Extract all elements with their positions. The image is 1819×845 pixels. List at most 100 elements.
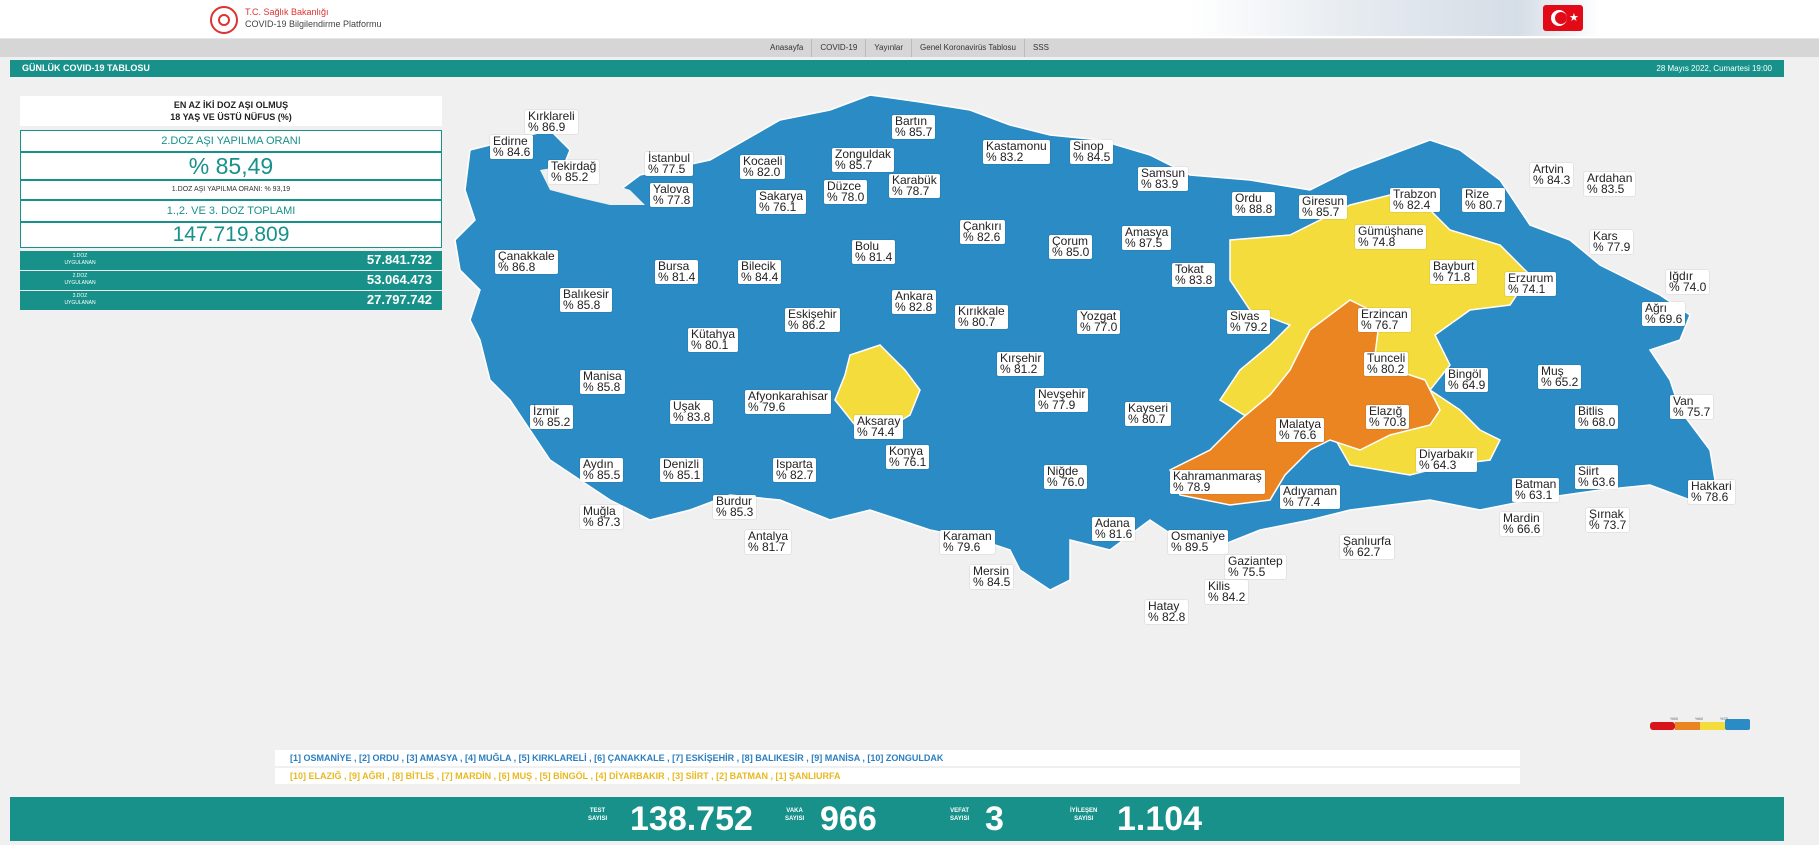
province-label-bilecik[interactable]: Bilecik% 84.4 [738,260,782,284]
province-label-yozgat[interactable]: Yozgat% 77.0 [1077,310,1121,334]
nav-covid19[interactable]: COVID-19 [812,39,867,57]
ministry-logo-icon[interactable] [210,6,238,34]
panel-title-line2: 18 YAŞ VE ÜSTÜ NÜFUS (%) [170,112,292,122]
province-label-bartin[interactable]: Bartın% 85.7 [892,115,936,139]
nav-home[interactable]: Anasayfa [762,39,813,57]
province-label-sakarya[interactable]: Sakarya% 76.1 [756,190,807,214]
province-rate: % 76.7 [1361,318,1399,332]
test-count-value: 138.752 [630,800,753,838]
province-rate: % 83.5 [1587,182,1625,196]
province-label-samsun[interactable]: Samsun% 83.9 [1138,167,1189,191]
province-label-kirklareli[interactable]: Kırklareli% 86.9 [525,110,578,134]
province-label-trabzon[interactable]: Trabzon% 82.4 [1390,188,1440,212]
province-label-gaziantep[interactable]: Gaziantep% 75.5 [1225,555,1286,579]
province-label-kirsehir[interactable]: Kırşehir% 81.2 [997,352,1045,376]
province-label-igdir[interactable]: Iğdır% 74.0 [1666,270,1710,294]
province-label-denizli[interactable]: Denizli% 85.1 [660,458,704,482]
province-label-van[interactable]: Van% 75.7 [1670,395,1714,419]
province-label-ordu[interactable]: Ordu% 88.8 [1232,192,1276,216]
province-label-bursa[interactable]: Bursa% 81.4 [655,260,699,284]
province-label-mus[interactable]: Muş% 65.2 [1538,365,1582,389]
province-label-kahramanmaras[interactable]: Kahramanmaraş% 78.9 [1170,470,1265,494]
province-label-karaman[interactable]: Karaman% 79.6 [940,530,995,554]
province-label-cankiri[interactable]: Çankırı% 82.6 [960,220,1005,244]
province-label-izmir[interactable]: İzmir% 85.2 [530,405,574,429]
dose-row-3: 3.DOZ UYGULANAN 27.797.742 [20,291,442,310]
province-label-osmaniye[interactable]: Osmaniye% 89.5 [1168,530,1229,554]
province-label-gumushane[interactable]: Gümüşhane% 74.8 [1355,225,1427,249]
province-label-artvin[interactable]: Artvin% 84.3 [1530,163,1574,187]
province-label-rize[interactable]: Rize% 80.7 [1462,188,1506,212]
province-label-malatya[interactable]: Malatya% 76.6 [1276,418,1325,442]
province-label-mersin[interactable]: Mersin% 84.5 [970,565,1014,589]
nav-faq[interactable]: SSS [1025,39,1057,57]
province-label-kirikkale[interactable]: Kırıkkale% 80.7 [955,305,1008,329]
province-label-sinop[interactable]: Sinop% 84.5 [1070,140,1114,164]
province-label-erzurum[interactable]: Erzurum% 74.1 [1505,272,1557,296]
province-label-tunceli[interactable]: Tunceli% 80.2 [1364,352,1409,376]
province-label-kutahya[interactable]: Kütahya% 80.1 [688,328,739,352]
province-label-kars[interactable]: Kars% 77.9 [1590,230,1634,254]
province-label-tokat[interactable]: Tokat% 83.8 [1172,263,1216,287]
province-label-ankara[interactable]: Ankara% 82.8 [892,290,937,314]
nav-publications[interactable]: Yayınlar [866,39,913,57]
province-label-giresun[interactable]: Giresun% 85.7 [1299,195,1348,219]
province-label-karabuk[interactable]: Karabük% 78.7 [889,174,940,198]
province-label-adana[interactable]: Adana% 81.6 [1092,517,1136,541]
province-label-hakkari[interactable]: Hakkari% 78.6 [1688,480,1735,504]
province-label-nigde[interactable]: Niğde% 76.0 [1044,465,1088,489]
province-label-edirne[interactable]: Edirne% 84.6 [490,135,534,159]
province-label-sirnak[interactable]: Şırnak% 73.7 [1586,508,1630,532]
province-label-corum[interactable]: Çorum% 85.0 [1049,235,1093,259]
province-label-adiyaman[interactable]: Adıyaman% 77.4 [1280,485,1341,509]
province-label-usak[interactable]: Uşak% 83.8 [670,400,714,424]
province-label-duzce[interactable]: Düzce% 78.0 [824,180,868,204]
province-label-amasya[interactable]: Amasya% 87.5 [1122,226,1172,250]
province-label-eskisehir[interactable]: Eskişehir% 86.2 [785,308,840,332]
province-label-istanbul[interactable]: İstanbul% 77.5 [645,152,694,176]
province-rate: % 75.7 [1673,405,1711,419]
province-label-antalya[interactable]: Antalya% 81.7 [745,530,792,554]
province-label-afyonkarahisar[interactable]: Afyonkarahisar% 79.6 [745,390,832,414]
province-label-mardin[interactable]: Mardin% 66.6 [1500,512,1544,536]
province-label-nevsehir[interactable]: Nevşehir% 77.9 [1035,388,1089,412]
province-label-elazig[interactable]: Elazığ% 70.8 [1366,405,1410,429]
dose-row-value: 53.064.473 [366,272,432,287]
province-label-agri[interactable]: Ağrı% 69.6 [1642,302,1686,326]
province-label-ardahan[interactable]: Ardahan% 83.5 [1584,172,1636,196]
province-label-batman[interactable]: Batman% 63.1 [1512,478,1560,502]
province-label-kocaeli[interactable]: Kocaeli% 82.0 [740,155,786,179]
province-label-kastamonu[interactable]: Kastamonu% 83.2 [983,140,1050,164]
first-dose-note: 1.DOZ AŞI YAPILMA ORANI: % 93,19 [20,180,442,200]
province-label-bitlis[interactable]: Bitlis% 68.0 [1575,405,1619,429]
province-label-yalova[interactable]: Yalova% 77.8 [650,183,694,207]
nav-general-table[interactable]: Genel Koronavirüs Tablosu [912,39,1025,57]
province-label-zonguldak[interactable]: Zonguldak% 85.7 [832,148,895,172]
province-label-hatay[interactable]: Hatay% 82.8 [1145,600,1189,624]
province-label-manisa[interactable]: Manisa% 85.8 [580,370,625,394]
province-label-canakkale[interactable]: Çanakkale% 86.8 [495,250,558,274]
province-label-erzincan[interactable]: Erzincan% 76.7 [1358,308,1411,332]
province-label-burdur[interactable]: Burdur% 85.3 [713,495,757,519]
province-label-diyarbakir[interactable]: Diyarbakır% 64.3 [1416,448,1477,472]
province-label-aksaray[interactable]: Aksaray% 74.4 [854,415,904,439]
province-rate: % 85.8 [563,298,601,312]
province-rate: % 62.7 [1343,545,1381,559]
province-label-balikesir[interactable]: Balıkesir% 85.8 [560,288,613,312]
province-label-bingol[interactable]: Bingöl% 64.9 [1445,368,1489,392]
province-label-aydin[interactable]: Aydın% 85.5 [580,458,624,482]
province-label-sanliurfa[interactable]: Şanlıurfa% 62.7 [1340,535,1395,559]
province-label-kilis[interactable]: Kilis% 84.2 [1205,580,1249,604]
dose-row-value: 27.797.742 [366,292,432,307]
province-label-bayburt[interactable]: Bayburt% 71.8 [1430,260,1478,284]
province-label-isparta[interactable]: Isparta% 82.7 [773,458,817,482]
province-label-bolu[interactable]: Bolu% 81.4 [852,240,896,264]
province-rate: % 74.8 [1358,235,1396,249]
province-label-kayseri[interactable]: Kayseri% 80.7 [1125,402,1172,426]
province-label-tekirdag[interactable]: Tekirdağ% 85.2 [548,160,600,184]
province-label-konya[interactable]: Konya% 76.1 [886,445,930,469]
case-count-value: 966 [820,800,877,838]
province-label-siirt[interactable]: Siirt% 63.6 [1575,465,1619,489]
province-label-mugla[interactable]: Muğla% 87.3 [580,505,624,529]
province-label-sivas[interactable]: Sivas% 79.2 [1227,310,1271,334]
